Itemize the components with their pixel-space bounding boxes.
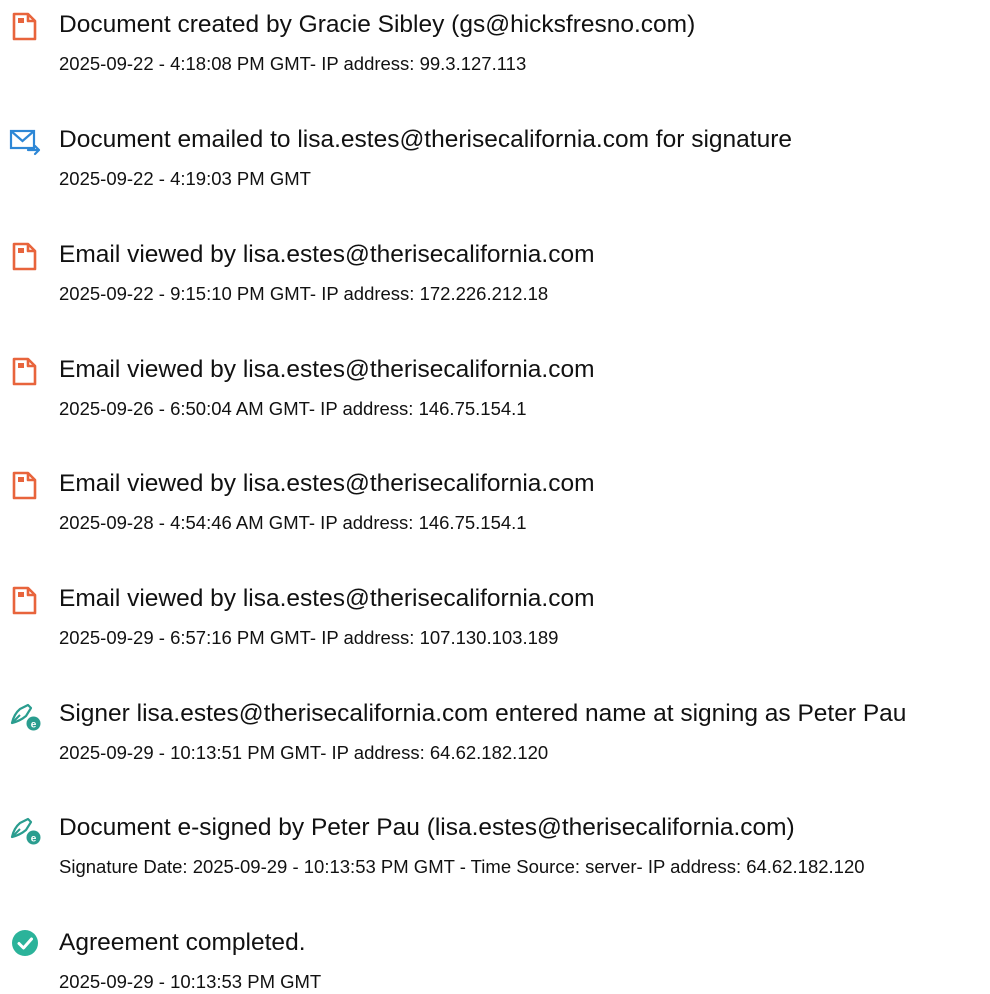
- svg-text:e: e: [31, 720, 37, 731]
- document-icon: [8, 240, 42, 274]
- event-detail: 2025-09-26 - 6:50:04 AM GMT- IP address:…: [59, 398, 527, 419]
- svg-text:e: e: [31, 834, 37, 845]
- document-icon: [8, 355, 42, 389]
- event-detail: 2025-09-22 - 4:19:03 PM GMT: [59, 168, 311, 189]
- event-title: Signer lisa.estes@therisecalifornia.com …: [59, 700, 907, 727]
- event-detail: 2025-09-28 - 4:54:46 AM GMT- IP address:…: [59, 512, 527, 533]
- event-title: Document created by Gracie Sibley (gs@hi…: [59, 11, 696, 38]
- event-detail: Signature Date: 2025-09-29 - 10:13:53 PM…: [59, 856, 865, 877]
- event-title: Document emailed to lisa.estes@theriseca…: [59, 126, 792, 153]
- event-title: Email viewed by lisa.estes@therisecalifo…: [59, 585, 595, 612]
- event-title: Document e-signed by Peter Pau (lisa.est…: [59, 814, 795, 841]
- event-detail: 2025-09-29 - 10:13:53 PM GMT: [59, 971, 322, 992]
- event-title: Email viewed by lisa.estes@therisecalifo…: [59, 356, 595, 383]
- document-icon: [8, 584, 42, 618]
- check-circle-icon: [8, 928, 42, 962]
- event-detail: 2025-09-29 - 6:57:16 PM GMT- IP address:…: [59, 627, 559, 648]
- event-detail: 2025-09-22 - 9:15:10 PM GMT- IP address:…: [59, 283, 549, 304]
- email-send-icon: [8, 125, 42, 159]
- document-icon: [8, 469, 42, 503]
- event-detail: 2025-09-29 - 10:13:51 PM GMT- IP address…: [59, 742, 549, 763]
- pen-sign-icon: e: [8, 699, 42, 733]
- document-icon: [8, 10, 42, 44]
- event-title: Email viewed by lisa.estes@therisecalifo…: [59, 241, 595, 268]
- event-title: Email viewed by lisa.estes@therisecalifo…: [59, 470, 595, 497]
- pen-sign-icon: e: [8, 813, 42, 847]
- event-detail: 2025-09-22 - 4:18:08 PM GMT- IP address:…: [59, 53, 527, 74]
- event-title: Agreement completed.: [59, 929, 306, 956]
